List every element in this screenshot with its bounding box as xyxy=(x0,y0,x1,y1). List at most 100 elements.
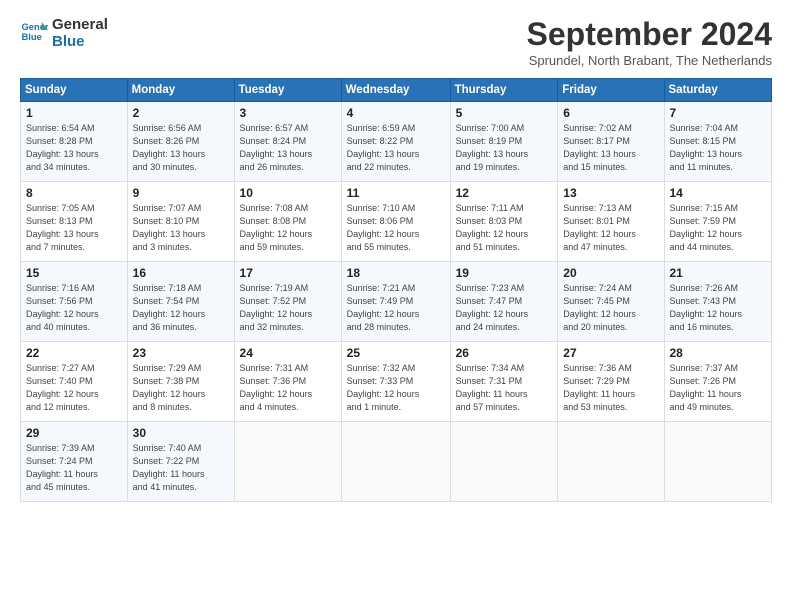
col-tuesday: Tuesday xyxy=(234,79,341,102)
table-row: 14 Sunrise: 7:15 AM Sunset: 7:59 PM Dayli… xyxy=(664,182,772,262)
calendar-week-row: 8 Sunrise: 7:05 AM Sunset: 8:13 PM Daylig… xyxy=(21,182,772,262)
day-info: Sunrise: 6:59 AM Sunset: 8:22 PM Dayligh… xyxy=(347,122,445,174)
table-row: 1Sunrise: 6:54 AM Sunset: 8:28 PM Daylig… xyxy=(21,102,128,182)
calendar-week-row: 15 Sunrise: 7:16 AM Sunset: 7:56 PM Dayli… xyxy=(21,262,772,342)
day-info: Sunrise: 7:27 AM Sunset: 7:40 PM Dayligh… xyxy=(26,362,122,414)
col-friday: Friday xyxy=(558,79,664,102)
day-number: 29 xyxy=(26,426,122,440)
day-info: Sunrise: 7:00 AM Sunset: 8:19 PM Dayligh… xyxy=(456,122,553,174)
day-info: Sunrise: 6:54 AM Sunset: 8:28 PM Dayligh… xyxy=(26,122,122,174)
day-info: Sunrise: 7:08 AM Sunset: 8:08 PM Dayligh… xyxy=(240,202,336,254)
table-row: 30Sunrise: 7:40 AM Sunset: 7:22 PM Dayli… xyxy=(127,422,234,502)
table-row: 6Sunrise: 7:02 AM Sunset: 8:17 PM Daylig… xyxy=(558,102,664,182)
day-info: Sunrise: 7:23 AM Sunset: 7:47 PM Dayligh… xyxy=(456,282,553,334)
day-number: 3 xyxy=(240,106,336,120)
day-number: 25 xyxy=(347,346,445,360)
day-number: 10 xyxy=(240,186,336,200)
logo-icon: General Blue xyxy=(20,19,48,47)
day-number: 4 xyxy=(347,106,445,120)
table-row xyxy=(664,422,772,502)
table-row: 15 Sunrise: 7:16 AM Sunset: 7:56 PM Dayli… xyxy=(21,262,128,342)
day-number: 5 xyxy=(456,106,553,120)
day-info: Sunrise: 7:15 AM Sunset: 7:59 PM Dayligh… xyxy=(670,202,767,254)
month-title: September 2024 xyxy=(527,16,772,53)
day-info: Sunrise: 7:36 AM Sunset: 7:29 PM Dayligh… xyxy=(563,362,658,414)
day-number: 22 xyxy=(26,346,122,360)
col-thursday: Thursday xyxy=(450,79,558,102)
day-number: 9 xyxy=(133,186,229,200)
table-row xyxy=(341,422,450,502)
table-row: 25 Sunrise: 7:32 AM Sunset: 7:33 PM Dayli… xyxy=(341,342,450,422)
table-row xyxy=(558,422,664,502)
title-block: September 2024 Sprundel, North Brabant, … xyxy=(527,16,772,68)
table-row: 27 Sunrise: 7:36 AM Sunset: 7:29 PM Dayli… xyxy=(558,342,664,422)
table-row: 13Sunrise: 7:13 AM Sunset: 8:01 PM Dayli… xyxy=(558,182,664,262)
table-row: 29 Sunrise: 7:39 AM Sunset: 7:24 PM Dayli… xyxy=(21,422,128,502)
logo: General Blue General Blue xyxy=(20,16,108,51)
header: General Blue General Blue September 2024… xyxy=(20,16,772,68)
day-info: Sunrise: 7:18 AM Sunset: 7:54 PM Dayligh… xyxy=(133,282,229,334)
table-row: 19 Sunrise: 7:23 AM Sunset: 7:47 PM Dayli… xyxy=(450,262,558,342)
day-number: 8 xyxy=(26,186,122,200)
table-row: 12Sunrise: 7:11 AM Sunset: 8:03 PM Dayli… xyxy=(450,182,558,262)
table-row: 28Sunrise: 7:37 AM Sunset: 7:26 PM Dayli… xyxy=(664,342,772,422)
day-number: 28 xyxy=(670,346,767,360)
day-number: 20 xyxy=(563,266,658,280)
day-info: Sunrise: 6:57 AM Sunset: 8:24 PM Dayligh… xyxy=(240,122,336,174)
day-info: Sunrise: 7:21 AM Sunset: 7:49 PM Dayligh… xyxy=(347,282,445,334)
day-number: 7 xyxy=(670,106,767,120)
day-info: Sunrise: 7:04 AM Sunset: 8:15 PM Dayligh… xyxy=(670,122,767,174)
day-info: Sunrise: 7:26 AM Sunset: 7:43 PM Dayligh… xyxy=(670,282,767,334)
location-title: Sprundel, North Brabant, The Netherlands xyxy=(527,53,772,68)
day-info: Sunrise: 7:34 AM Sunset: 7:31 PM Dayligh… xyxy=(456,362,553,414)
svg-text:Blue: Blue xyxy=(22,32,42,42)
day-number: 2 xyxy=(133,106,229,120)
logo-blue: Blue xyxy=(52,33,108,50)
table-row: 21 Sunrise: 7:26 AM Sunset: 7:43 PM Dayli… xyxy=(664,262,772,342)
table-row: 4 Sunrise: 6:59 AM Sunset: 8:22 PM Daylig… xyxy=(341,102,450,182)
table-row: 26Sunrise: 7:34 AM Sunset: 7:31 PM Dayli… xyxy=(450,342,558,422)
table-row: 24Sunrise: 7:31 AM Sunset: 7:36 PM Dayli… xyxy=(234,342,341,422)
day-number: 11 xyxy=(347,186,445,200)
day-number: 16 xyxy=(133,266,229,280)
table-row: 10 Sunrise: 7:08 AM Sunset: 8:08 PM Dayli… xyxy=(234,182,341,262)
day-info: Sunrise: 7:40 AM Sunset: 7:22 PM Dayligh… xyxy=(133,442,229,494)
day-info: Sunrise: 6:56 AM Sunset: 8:26 PM Dayligh… xyxy=(133,122,229,174)
calendar-week-row: 22 Sunrise: 7:27 AM Sunset: 7:40 PM Dayli… xyxy=(21,342,772,422)
day-number: 15 xyxy=(26,266,122,280)
day-number: 6 xyxy=(563,106,658,120)
col-wednesday: Wednesday xyxy=(341,79,450,102)
table-row: 11Sunrise: 7:10 AM Sunset: 8:06 PM Dayli… xyxy=(341,182,450,262)
col-monday: Monday xyxy=(127,79,234,102)
day-info: Sunrise: 7:16 AM Sunset: 7:56 PM Dayligh… xyxy=(26,282,122,334)
day-info: Sunrise: 7:32 AM Sunset: 7:33 PM Dayligh… xyxy=(347,362,445,414)
table-row: 7 Sunrise: 7:04 AM Sunset: 8:15 PM Daylig… xyxy=(664,102,772,182)
day-number: 14 xyxy=(670,186,767,200)
col-saturday: Saturday xyxy=(664,79,772,102)
page: General Blue General Blue September 2024… xyxy=(0,0,792,612)
col-sunday: Sunday xyxy=(21,79,128,102)
table-row: 22 Sunrise: 7:27 AM Sunset: 7:40 PM Dayli… xyxy=(21,342,128,422)
table-row xyxy=(234,422,341,502)
table-row: 18 Sunrise: 7:21 AM Sunset: 7:49 PM Dayli… xyxy=(341,262,450,342)
day-number: 21 xyxy=(670,266,767,280)
day-info: Sunrise: 7:24 AM Sunset: 7:45 PM Dayligh… xyxy=(563,282,658,334)
table-row: 16 Sunrise: 7:18 AM Sunset: 7:54 PM Dayli… xyxy=(127,262,234,342)
calendar-week-row: 29 Sunrise: 7:39 AM Sunset: 7:24 PM Dayli… xyxy=(21,422,772,502)
day-info: Sunrise: 7:05 AM Sunset: 8:13 PM Dayligh… xyxy=(26,202,122,254)
table-row: 9Sunrise: 7:07 AM Sunset: 8:10 PM Daylig… xyxy=(127,182,234,262)
logo-general: General xyxy=(52,16,108,33)
table-row: 3 Sunrise: 6:57 AM Sunset: 8:24 PM Daylig… xyxy=(234,102,341,182)
table-row: 17Sunrise: 7:19 AM Sunset: 7:52 PM Dayli… xyxy=(234,262,341,342)
table-row xyxy=(450,422,558,502)
day-info: Sunrise: 7:39 AM Sunset: 7:24 PM Dayligh… xyxy=(26,442,122,494)
day-number: 19 xyxy=(456,266,553,280)
day-number: 18 xyxy=(347,266,445,280)
day-number: 13 xyxy=(563,186,658,200)
table-row: 8 Sunrise: 7:05 AM Sunset: 8:13 PM Daylig… xyxy=(21,182,128,262)
calendar: Sunday Monday Tuesday Wednesday Thursday… xyxy=(20,78,772,502)
calendar-week-row: 1Sunrise: 6:54 AM Sunset: 8:28 PM Daylig… xyxy=(21,102,772,182)
table-row: 5 Sunrise: 7:00 AM Sunset: 8:19 PM Daylig… xyxy=(450,102,558,182)
day-number: 27 xyxy=(563,346,658,360)
day-info: Sunrise: 7:31 AM Sunset: 7:36 PM Dayligh… xyxy=(240,362,336,414)
